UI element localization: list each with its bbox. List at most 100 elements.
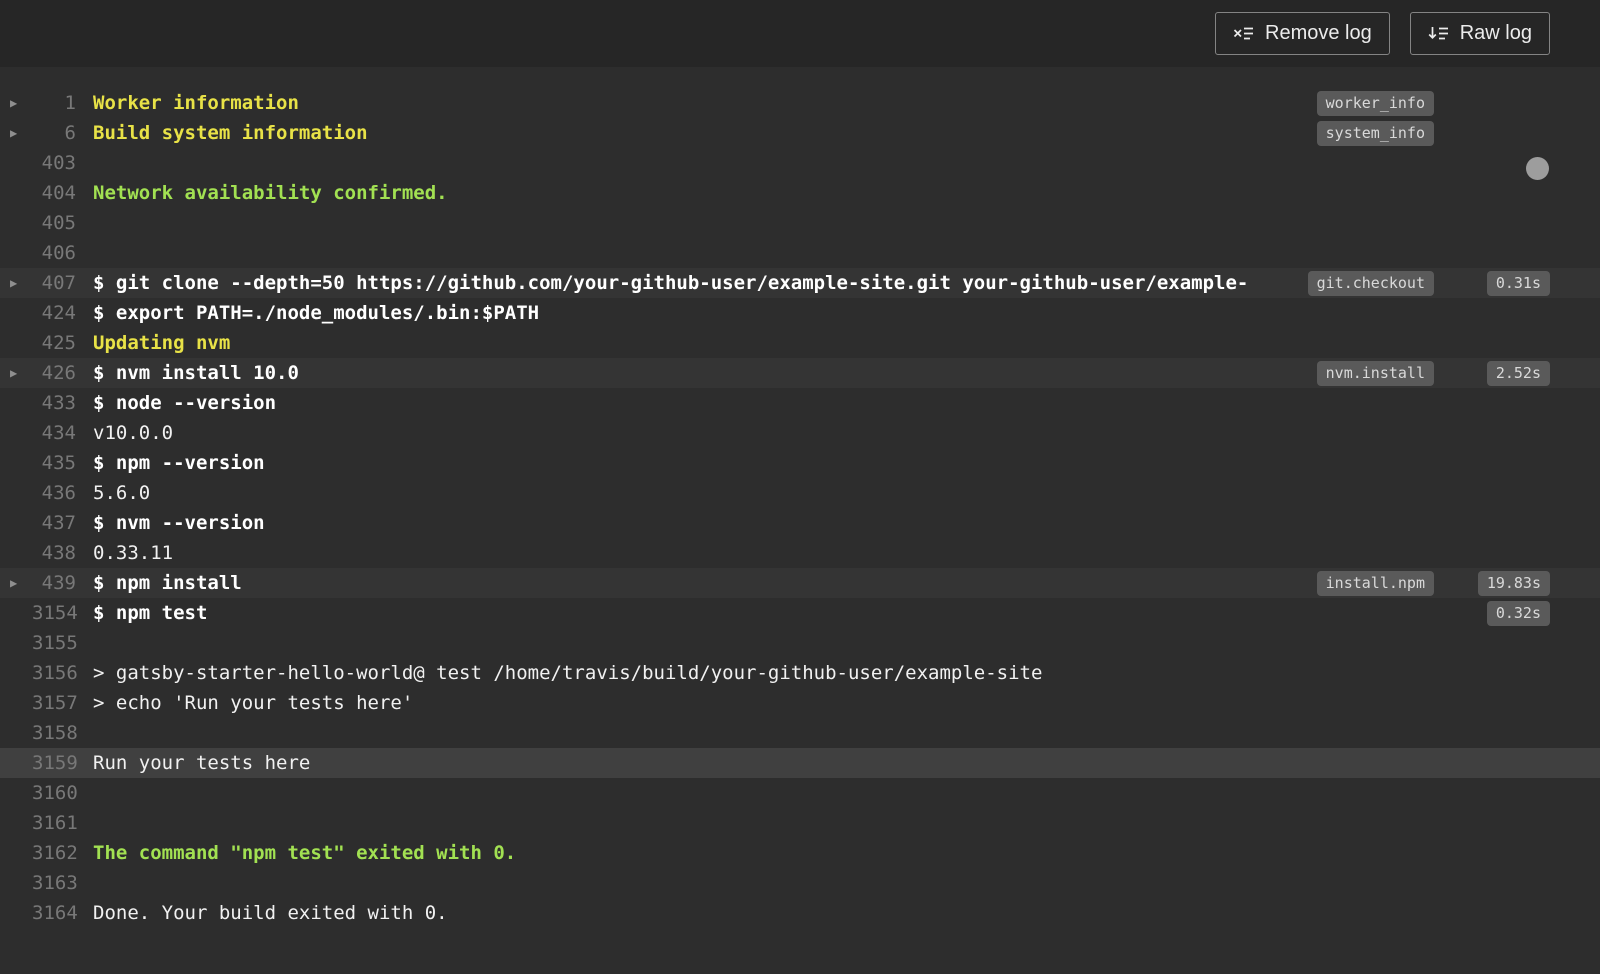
- duration-badge: 0.32s: [1486, 600, 1550, 626]
- log-line[interactable]: ▶ 6 Build system information system_info: [0, 118, 1600, 148]
- fold-name-badge: worker_info: [1316, 90, 1434, 116]
- remove-log-icon: [1233, 25, 1254, 42]
- fold-name-badge: git.checkout: [1307, 270, 1434, 296]
- raw-log-icon: [1428, 25, 1449, 42]
- log-line: 3156 > gatsby-starter-hello-world@ test /…: [0, 658, 1600, 688]
- log-line: 3155: [0, 628, 1600, 658]
- line-number[interactable]: 435: [32, 452, 76, 474]
- log-text: $ export PATH=./node_modules/.bin:$PATH: [93, 302, 540, 324]
- line-number[interactable]: 3163: [32, 872, 78, 894]
- line-number[interactable]: 3157: [32, 692, 78, 714]
- log-line[interactable]: ▶ 426 $ nvm install 10.0 nvm.install 2.52s: [0, 358, 1600, 388]
- line-number[interactable]: 436: [32, 482, 76, 504]
- line-number[interactable]: 3158: [32, 722, 78, 744]
- remove-log-button[interactable]: Remove log: [1215, 12, 1390, 55]
- log-line: 405: [0, 208, 1600, 238]
- duration-badge: 2.52s: [1486, 360, 1550, 386]
- fold-toggle-icon[interactable]: ▶: [6, 88, 32, 118]
- line-number[interactable]: 426: [32, 362, 76, 384]
- line-number[interactable]: 433: [32, 392, 76, 414]
- log-line: 424 $ export PATH=./node_modules/.bin:$PA…: [0, 298, 1600, 328]
- fold-toggle-icon[interactable]: ▶: [6, 268, 32, 298]
- line-number[interactable]: 439: [32, 572, 76, 594]
- log-line: 434 v10.0.0: [0, 418, 1600, 448]
- line-number[interactable]: 403: [32, 152, 76, 174]
- log-text: v10.0.0: [93, 422, 174, 444]
- log-text: > echo 'Run your tests here': [93, 692, 414, 714]
- line-number[interactable]: 404: [32, 182, 76, 204]
- duration-slot: 2.52s: [1476, 360, 1550, 386]
- fold-name-badge: nvm.install: [1316, 360, 1434, 386]
- line-number[interactable]: 437: [32, 512, 76, 534]
- line-number[interactable]: 406: [32, 242, 76, 264]
- line-number[interactable]: 1: [32, 92, 76, 114]
- log-line: 3159 Run your tests here: [0, 748, 1600, 778]
- log-toolbar: Remove log Raw log: [0, 0, 1600, 67]
- log-line: 437 $ nvm --version: [0, 508, 1600, 538]
- log-line: 3160: [0, 778, 1600, 808]
- fold-name-badge: system_info: [1316, 120, 1434, 146]
- line-number[interactable]: 434: [32, 422, 76, 444]
- line-number[interactable]: 424: [32, 302, 76, 324]
- line-number[interactable]: 3155: [32, 632, 78, 654]
- log-line: 3163: [0, 868, 1600, 898]
- log-text: Worker information: [93, 92, 299, 114]
- log-line: 435 $ npm --version: [0, 448, 1600, 478]
- log-text: $ nvm --version: [93, 512, 265, 534]
- line-number[interactable]: 3161: [32, 812, 78, 834]
- line-number[interactable]: 438: [32, 542, 76, 564]
- line-number[interactable]: 405: [32, 212, 76, 234]
- log-line: 3154 $ npm test 0.32s: [0, 598, 1600, 628]
- line-number[interactable]: 407: [32, 272, 76, 294]
- remove-log-label: Remove log: [1265, 22, 1372, 44]
- log-line: 438 0.33.11: [0, 538, 1600, 568]
- duration-badge: 0.31s: [1486, 270, 1550, 296]
- log-text: Network availability confirmed.: [93, 182, 448, 204]
- log-line: 425 Updating nvm: [0, 328, 1600, 358]
- line-number[interactable]: 6: [32, 122, 76, 144]
- log-line: 433 $ node --version: [0, 388, 1600, 418]
- log-line: 3158: [0, 718, 1600, 748]
- log-line: 3162 The command "npm test" exited with 0…: [0, 838, 1600, 868]
- log-text: 0.33.11: [93, 542, 174, 564]
- log-line: 436 5.6.0: [0, 478, 1600, 508]
- line-number[interactable]: 3160: [32, 782, 78, 804]
- log-line: 3157 > echo 'Run your tests here': [0, 688, 1600, 718]
- line-number[interactable]: 3164: [32, 902, 78, 924]
- log-text: 5.6.0: [93, 482, 151, 504]
- log-text: Build system information: [93, 122, 368, 144]
- log-line: 403: [0, 148, 1600, 178]
- log-text: Done. Your build exited with 0.: [93, 902, 448, 924]
- duration-slot: 0.31s: [1476, 270, 1550, 296]
- raw-log-button[interactable]: Raw log: [1409, 12, 1550, 55]
- log-line: 406: [0, 238, 1600, 268]
- cursor-indicator: [1526, 157, 1549, 180]
- line-number[interactable]: 3159: [32, 752, 78, 774]
- log-line: 404 Network availability confirmed.: [0, 178, 1600, 208]
- line-number[interactable]: 425: [32, 332, 76, 354]
- log-text: > gatsby-starter-hello-world@ test /home…: [93, 662, 1043, 684]
- line-number[interactable]: 3162: [32, 842, 78, 864]
- log-text: $ npm test: [93, 602, 208, 624]
- fold-toggle-icon[interactable]: ▶: [6, 358, 32, 388]
- line-number[interactable]: 3156: [32, 662, 78, 684]
- fold-toggle-icon[interactable]: ▶: [6, 118, 32, 148]
- fold-toggle-icon[interactable]: ▶: [6, 568, 32, 598]
- log-text: $ node --version: [93, 392, 277, 414]
- log-line[interactable]: ▶ 439 $ npm install install.npm 19.83s: [0, 568, 1600, 598]
- log-lines: ▶ 1 Worker information worker_info ▶ 6 Build s…: [0, 88, 1600, 928]
- line-number[interactable]: 3154: [32, 602, 78, 624]
- log-text: The command "npm test" exited with 0.: [93, 842, 517, 864]
- duration-badge: 19.83s: [1477, 570, 1550, 596]
- log-text: $ npm --version: [93, 452, 265, 474]
- fold-name-badge: install.npm: [1316, 570, 1434, 596]
- log-text: Run your tests here: [93, 752, 311, 774]
- log-line[interactable]: ▶ 1 Worker information worker_info: [0, 88, 1600, 118]
- build-log: ▶ 1 Worker information worker_info ▶ 6 Build s…: [0, 67, 1600, 974]
- log-text: Updating nvm: [93, 332, 231, 354]
- log-line[interactable]: ▶ 407 $ git clone --depth=50 https://githu…: [0, 268, 1600, 298]
- log-text: $ nvm install 10.0: [93, 362, 299, 384]
- raw-log-label: Raw log: [1459, 22, 1532, 44]
- log-text: $ npm install: [93, 572, 242, 594]
- log-text: $ git clone --depth=50 https://github.co…: [93, 272, 1249, 294]
